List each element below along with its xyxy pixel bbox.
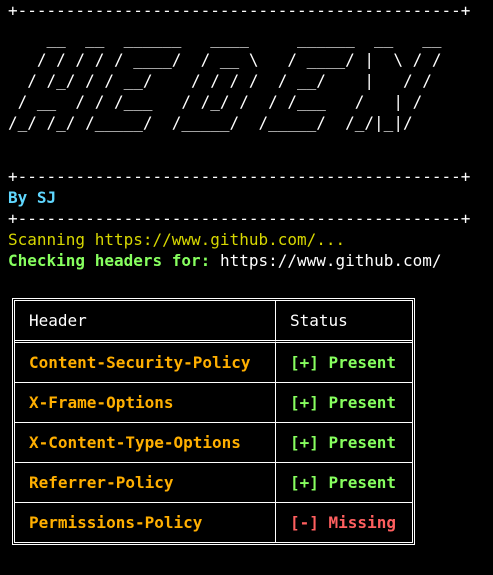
byline: By SJ — [8, 188, 57, 207]
ascii-art-line: /_/ /_/ /_____/ /_____/ /_____/ /_/|_|/ — [8, 113, 413, 132]
terminal-window: +---------------------------------------… — [0, 0, 493, 575]
header-name-cell: Content-Security-Policy — [15, 343, 276, 383]
column-header-header: Header — [15, 301, 276, 343]
header-name-cell: X-Frame-Options — [15, 383, 276, 423]
banner-border-mid: +---------------------------------------… — [8, 167, 471, 186]
checking-url: https://www.github.com/ — [219, 251, 442, 270]
checking-label: Checking headers for: — [8, 251, 211, 270]
table-row: X-Content-Type-Options [+] Present — [15, 423, 412, 463]
ascii-art-line: / __ / / /___ / /_/ / / /___ / | / — [8, 92, 423, 111]
ascii-art-line: / / / / / ____/ / __ \ / ____/ | \ / / — [8, 50, 442, 69]
table-header-row: Header Status — [15, 301, 412, 343]
header-name-cell: X-Content-Type-Options — [15, 423, 276, 463]
column-header-status: Status — [276, 301, 412, 343]
banner-border-bottom: +---------------------------------------… — [8, 209, 471, 228]
scanning-message: Scanning https://www.github.com/... — [8, 230, 346, 249]
ascii-art-line: / /_/ / / __/ / / / / / __/ | / / — [8, 71, 432, 90]
ascii-art-logo: __ __ ______ ____ ______ __ __ / / / / /… — [8, 28, 441, 133]
banner-border-top: +---------------------------------------… — [8, 1, 471, 20]
table-row: Permissions-Policy [-] Missing — [15, 503, 412, 542]
status-cell: [+] Present — [276, 423, 412, 463]
ascii-art-line: __ __ ______ ____ ______ __ __ — [8, 29, 442, 48]
headers-table: Header Status Content-Security-Policy [+… — [12, 298, 415, 545]
header-name-cell: Permissions-Policy — [15, 503, 276, 542]
status-cell: [+] Present — [276, 343, 412, 383]
status-cell: [+] Present — [276, 383, 412, 423]
checking-message: Checking headers for: https://www.github… — [8, 250, 442, 271]
table-row: X-Frame-Options [+] Present — [15, 383, 412, 423]
table-row: Referrer-Policy [+] Present — [15, 463, 412, 503]
table-row: Content-Security-Policy [+] Present — [15, 343, 412, 383]
status-cell: [-] Missing — [290, 513, 396, 532]
status-cell: [+] Present — [276, 463, 412, 503]
header-name-cell: Referrer-Policy — [15, 463, 276, 503]
